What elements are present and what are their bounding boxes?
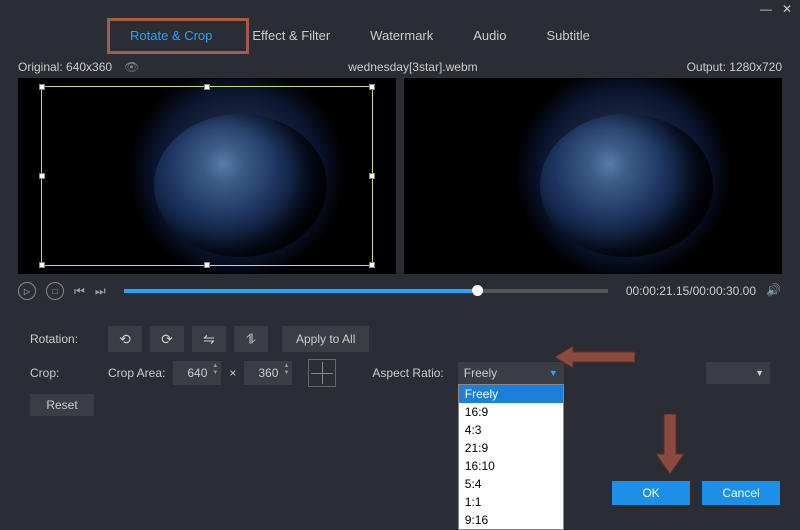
times-label: × [229, 366, 236, 380]
spinner-up-icon[interactable]: ▲ [212, 363, 218, 369]
tab-subtitle[interactable]: Subtitle [527, 20, 610, 54]
cancel-button[interactable]: Cancel [702, 481, 780, 505]
crop-handle[interactable] [204, 262, 210, 268]
apply-to-all-button[interactable]: Apply to All [282, 326, 369, 352]
rotation-label: Rotation: [30, 332, 100, 346]
crop-handle[interactable] [39, 173, 45, 179]
rotate-right-button[interactable]: ⟳ [150, 326, 184, 352]
secondary-dropdown[interactable]: ▼ [706, 362, 770, 384]
tab-audio[interactable]: Audio [453, 20, 526, 54]
annotation-arrow [650, 414, 690, 474]
source-preview[interactable] [18, 78, 396, 274]
aspect-ratio-option[interactable]: 5:4 [459, 475, 563, 493]
next-frame-button[interactable]: ⏭ [95, 284, 106, 299]
prev-frame-button[interactable]: ⏮ [74, 284, 85, 299]
tab-effect-filter[interactable]: Effect & Filter [232, 20, 350, 54]
video-frame [540, 114, 713, 258]
crop-frame[interactable] [41, 86, 373, 266]
aspect-ratio-option[interactable]: Freely [459, 385, 563, 403]
ok-button[interactable]: OK [612, 481, 690, 505]
spinner-down-icon[interactable]: ▼ [283, 370, 289, 376]
spinner-up-icon[interactable]: ▲ [283, 363, 289, 369]
flip-vertical-button[interactable]: ⥮ [234, 326, 268, 352]
tab-bar: Rotate & Crop Effect & Filter Watermark … [0, 20, 800, 54]
rotate-left-button[interactable]: ⟲ [108, 326, 142, 352]
output-preview [404, 78, 782, 274]
filename: wednesday[3star].webm [348, 60, 477, 74]
spinner-down-icon[interactable]: ▼ [212, 370, 218, 376]
seek-slider[interactable] [124, 289, 608, 293]
output-resolution: Output: 1280x720 [687, 60, 782, 74]
aspect-ratio-label: Aspect Ratio: [372, 366, 443, 380]
eye-icon[interactable]: 👁 [124, 60, 139, 74]
aspect-ratio-option[interactable]: 16:10 [459, 457, 563, 475]
crop-handle[interactable] [39, 84, 45, 90]
volume-icon[interactable]: 🔊 [766, 283, 782, 299]
crop-width-input[interactable]: 640 ▲▼ [173, 361, 221, 385]
seek-thumb[interactable] [472, 285, 483, 296]
aspect-ratio-option[interactable]: 16:9 [459, 403, 563, 421]
crop-handle[interactable] [369, 84, 375, 90]
chevron-down-icon: ▼ [755, 368, 764, 378]
reset-button[interactable]: Reset [30, 394, 94, 416]
crop-handle[interactable] [204, 84, 210, 90]
minimize-icon[interactable]: — [760, 2, 772, 18]
crop-area-label: Crop Area: [108, 366, 165, 380]
crop-handle[interactable] [39, 262, 45, 268]
playback-time: 00:00:21.15/00:00:30.00 [626, 284, 756, 298]
chevron-down-icon: ▼ [549, 368, 558, 378]
aspect-ratio-option[interactable]: 9:16 [459, 511, 563, 529]
flip-horizontal-button[interactable]: ⇋ [192, 326, 226, 352]
crop-label: Crop: [30, 366, 100, 380]
close-icon[interactable]: ✕ [782, 2, 792, 18]
aspect-ratio-option[interactable]: 4:3 [459, 421, 563, 439]
aspect-ratio-dropdown[interactable]: Freely ▼ Freely16:94:321:916:105:41:19:1… [458, 362, 564, 384]
tab-rotate-crop[interactable]: Rotate & Crop [110, 20, 232, 54]
aspect-ratio-option[interactable]: 21:9 [459, 439, 563, 457]
crop-handle[interactable] [369, 173, 375, 179]
crop-handle[interactable] [369, 262, 375, 268]
stop-button[interactable]: □ [46, 282, 64, 300]
aspect-ratio-option[interactable]: 1:1 [459, 493, 563, 511]
play-button[interactable]: ▷ [18, 282, 36, 300]
center-crop-button[interactable] [308, 359, 336, 387]
original-resolution: Original: 640x360 [18, 60, 112, 74]
crop-height-input[interactable]: 360 ▲▼ [244, 361, 292, 385]
tab-watermark[interactable]: Watermark [350, 20, 453, 54]
aspect-ratio-list: Freely16:94:321:916:105:41:19:16 [458, 384, 564, 530]
